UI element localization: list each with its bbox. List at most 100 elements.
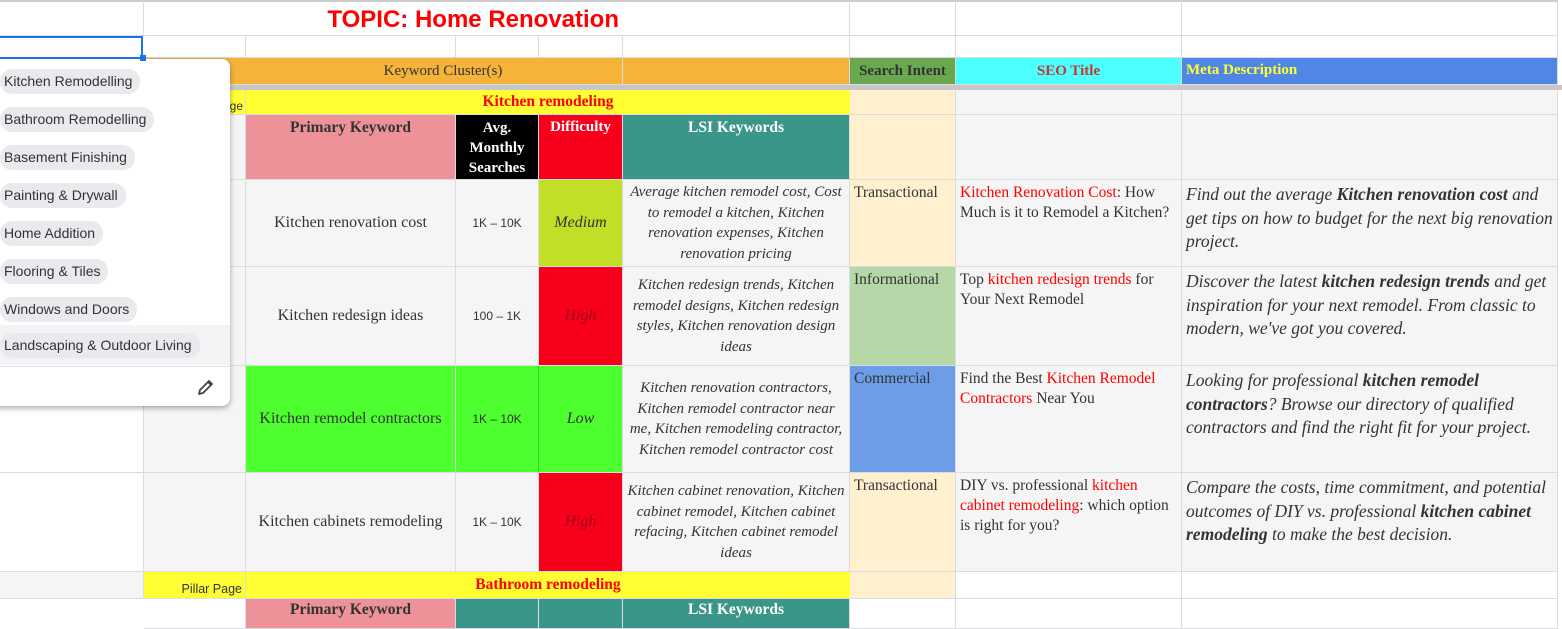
cell-h2[interactable] xyxy=(956,36,1182,58)
table-row-2-intent[interactable]: Informational xyxy=(850,267,956,366)
cell-i1[interactable] xyxy=(1182,0,1558,36)
seo-empty-1[interactable] xyxy=(956,90,1182,115)
dropdown-option[interactable]: Windows and Doors xyxy=(0,290,230,328)
avg-searches-header-2[interactable] xyxy=(456,599,539,629)
seo-title-pre: DIY vs. professional xyxy=(960,477,1093,494)
lsi-keywords-header[interactable]: LSI Keywords xyxy=(623,115,850,180)
dropdown-menu: Kitchen Remodelling Bathroom Remodelling… xyxy=(0,59,230,406)
table-row-1-meta[interactable]: Find out the average Kitchen renovation … xyxy=(1182,180,1558,267)
cell-b-row4[interactable] xyxy=(144,473,246,572)
dropdown-option[interactable]: Kitchen Remodelling xyxy=(0,62,230,100)
table-row-1-intent[interactable]: Transactional xyxy=(850,180,956,267)
option-chip[interactable]: Bathroom Remodelling xyxy=(0,107,155,132)
primary-keyword-header[interactable]: Primary Keyword xyxy=(246,115,456,180)
option-chip[interactable]: Painting & Drywall xyxy=(0,183,126,208)
option-chip[interactable]: Windows and Doors xyxy=(0,297,138,322)
pillar-page-label-cell[interactable]: Pillar Page xyxy=(144,572,246,599)
pillar-title-kitchen-cell[interactable]: Kitchen remodeling xyxy=(246,90,850,115)
table-row-3-difficulty[interactable]: Low xyxy=(539,366,623,473)
table-row-4-intent[interactable]: Transactional xyxy=(850,473,956,572)
primary-keyword-text: Kitchen cabinets remodeling xyxy=(258,513,443,530)
cell-b-bath-header[interactable] xyxy=(144,599,246,629)
table-row-3-lsi[interactable]: Kitchen renovation contractors, Kitchen … xyxy=(623,366,850,473)
difficulty-header-2[interactable] xyxy=(539,599,623,629)
table-row-2-seo-title[interactable]: Top kitchen redesign trends for Your Nex… xyxy=(956,267,1182,366)
table-row-3-meta[interactable]: Looking for professional kitchen remodel… xyxy=(1182,366,1558,473)
meta-empty-1[interactable] xyxy=(1182,90,1558,115)
pillar-label-partial: ge xyxy=(229,99,243,113)
option-chip[interactable]: Basement Finishing xyxy=(0,145,135,170)
intent-empty-bath[interactable] xyxy=(850,572,956,599)
table-row-1-lsi[interactable]: Average kitchen remodel cost, Cost to re… xyxy=(623,180,850,267)
intent-empty-2[interactable] xyxy=(850,115,956,180)
table-row-1-seo-title[interactable]: Kitchen Renovation Cost: How Much is it … xyxy=(956,180,1182,267)
cell-i2[interactable] xyxy=(1182,36,1558,58)
table-row-1-searches[interactable]: 1K – 10K xyxy=(456,180,539,267)
cell-g2[interactable] xyxy=(850,36,956,58)
meta-pre: Discover the latest xyxy=(1186,271,1322,291)
table-row-4-lsi[interactable]: Kitchen cabinet renovation, Kitchen cabi… xyxy=(623,473,850,572)
lsi-text: Kitchen redesign trends, Kitchen remodel… xyxy=(632,277,840,355)
difficulty-header[interactable]: Difficulty xyxy=(539,115,623,180)
table-row-3-primary-keyword[interactable]: Kitchen remodel contractors xyxy=(246,366,456,473)
pillar-title-bathroom-cell[interactable]: Bathroom remodeling xyxy=(246,572,850,599)
option-chip[interactable]: Kitchen Remodelling xyxy=(0,69,141,94)
table-row-4-primary-keyword[interactable]: Kitchen cabinets remodeling xyxy=(246,473,456,572)
seo-empty-2[interactable] xyxy=(956,115,1182,180)
option-chip[interactable]: Landscaping & Outdoor Living xyxy=(0,333,200,358)
meta-empty-bath[interactable] xyxy=(1182,572,1558,599)
table-row-2-difficulty[interactable]: High xyxy=(539,267,623,366)
table-row-2-searches[interactable]: 100 – 1K xyxy=(456,267,539,366)
primary-keyword-header-label: Primary Keyword xyxy=(290,119,411,136)
seo-empty-bath-2[interactable] xyxy=(956,599,1182,629)
fill-handle[interactable] xyxy=(140,55,146,61)
cell-h1[interactable] xyxy=(956,0,1182,36)
cell-g1[interactable] xyxy=(850,0,956,36)
intent-empty-1[interactable] xyxy=(850,90,956,115)
seo-empty-bath[interactable] xyxy=(956,572,1182,599)
cell-a-row3[interactable] xyxy=(0,406,144,473)
intent-empty-bath-2[interactable] xyxy=(850,599,956,629)
table-row-2-lsi[interactable]: Kitchen redesign trends, Kitchen remodel… xyxy=(623,267,850,366)
header-f-empty[interactable] xyxy=(623,58,850,85)
table-row-3-searches[interactable]: 1K – 10K xyxy=(456,366,539,473)
cell-a-row4[interactable] xyxy=(0,473,144,572)
dropdown-option[interactable]: Flooring & Tiles xyxy=(0,252,230,290)
cell-e2[interactable] xyxy=(539,36,623,58)
table-row-3-seo-title[interactable]: Find the Best Kitchen Remodel Contractor… xyxy=(956,366,1182,473)
table-row-1-difficulty[interactable]: Medium xyxy=(539,180,623,267)
search-intent-header[interactable]: Search Intent xyxy=(850,58,956,85)
cell-d2[interactable] xyxy=(456,36,539,58)
pencil-icon[interactable] xyxy=(196,377,216,397)
lsi-keywords-header-2[interactable]: LSI Keywords xyxy=(623,599,850,629)
table-row-2-meta[interactable]: Discover the latest kitchen redesign tre… xyxy=(1182,267,1558,366)
table-row-4-difficulty[interactable]: High xyxy=(539,473,623,572)
pillar-page-label: Pillar Page xyxy=(181,582,242,596)
avg-searches-header[interactable]: Avg. Monthly Searches xyxy=(456,115,539,180)
table-row-4-seo-title[interactable]: DIY vs. professional kitchen cabinet rem… xyxy=(956,473,1182,572)
table-row-4-meta[interactable]: Compare the costs, time commitment, and … xyxy=(1182,473,1558,572)
table-row-3-intent[interactable]: Commercial xyxy=(850,366,956,473)
primary-keyword-header-2[interactable]: Primary Keyword xyxy=(246,599,456,629)
cell-a-bath[interactable] xyxy=(0,572,144,599)
dropdown-option[interactable]: Bathroom Remodelling xyxy=(0,100,230,138)
table-row-2-primary-keyword[interactable]: Kitchen redesign ideas xyxy=(246,267,456,366)
cell-b2[interactable] xyxy=(144,36,246,58)
seo-title-header[interactable]: SEO Title xyxy=(956,58,1182,85)
dropdown-option[interactable]: Painting & Drywall xyxy=(0,176,230,214)
cell-a1[interactable] xyxy=(0,0,144,36)
dropdown-option-hovered[interactable]: Landscaping & Outdoor Living xyxy=(0,325,230,365)
meta-empty-bath-2[interactable] xyxy=(1182,599,1558,629)
option-chip[interactable]: Home Addition xyxy=(0,221,104,246)
dropdown-option[interactable]: Home Addition xyxy=(0,214,230,252)
cell-f2[interactable] xyxy=(623,36,850,58)
selected-cell-outline[interactable] xyxy=(0,36,143,59)
topic-title-cell[interactable]: TOPIC: Home Renovation xyxy=(144,0,850,36)
table-row-1-primary-keyword[interactable]: Kitchen renovation cost xyxy=(246,180,456,267)
option-chip[interactable]: Flooring & Tiles xyxy=(0,259,109,284)
dropdown-option[interactable]: Basement Finishing xyxy=(0,138,230,176)
meta-empty-2[interactable] xyxy=(1182,115,1558,180)
meta-description-header[interactable]: Meta Description xyxy=(1182,58,1558,85)
cell-c2[interactable] xyxy=(246,36,456,58)
table-row-4-searches[interactable]: 1K – 10K xyxy=(456,473,539,572)
